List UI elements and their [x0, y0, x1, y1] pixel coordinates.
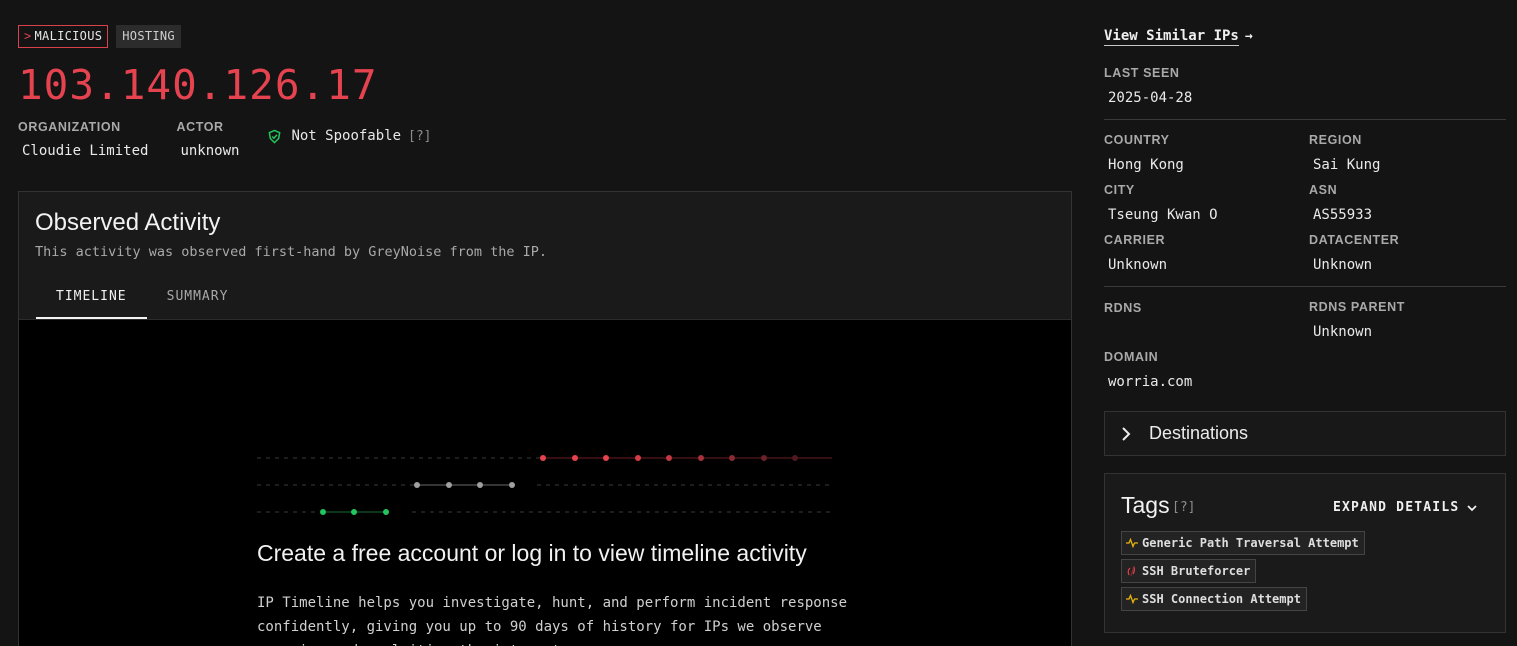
organization-label: ORGANIZATION	[18, 120, 121, 134]
view-similar-ips-link[interactable]: View Similar IPs →	[1104, 28, 1253, 46]
last-seen-field: LAST SEEN 2025-04-28	[1104, 66, 1193, 106]
panel-title: Observed Activity	[35, 209, 221, 236]
hosting-badge: HOSTING	[116, 25, 181, 48]
shield-check-icon	[268, 129, 281, 144]
asn-field: ASN AS55933	[1309, 183, 1373, 223]
chevron-right-icon: >	[24, 29, 32, 43]
organization-value: Cloudie Limited	[22, 143, 149, 159]
spoofable-status: Not Spoofable [?]	[267, 128, 432, 144]
divider	[1104, 119, 1506, 120]
activity-tabs: TIMELINE SUMMARY	[36, 277, 248, 319]
ip-address: 103.140.126.17	[18, 61, 378, 109]
spoofable-label: Not Spoofable	[291, 128, 402, 144]
observed-activity-panel: Observed Activity This activity was obse…	[18, 191, 1072, 646]
chevron-right-icon	[1122, 426, 1131, 441]
malicious-icon	[1127, 565, 1135, 577]
activity-icon	[1126, 538, 1138, 548]
datacenter-field: DATACENTER Unknown	[1309, 233, 1400, 273]
tags-panel: Tags [?] EXPAND DETAILS Generic Path Tra…	[1104, 473, 1506, 633]
destinations-accordion[interactable]: Destinations	[1104, 411, 1506, 456]
city-field: CITY Tseung Kwan O	[1104, 183, 1218, 223]
tab-timeline[interactable]: TIMELINE	[36, 277, 147, 319]
malicious-badge: > MALICIOUS	[18, 25, 109, 48]
last-seen-value: 2025-04-28	[1108, 90, 1193, 106]
actor-label: ACTOR	[176, 120, 224, 134]
ip-meta: ORGANIZATION Cloudie Limited ACTOR unkno…	[18, 120, 1072, 159]
tags-title: Tags	[1121, 492, 1170, 518]
destinations-label: Destinations	[1149, 423, 1249, 443]
rdns-parent-field: RDNS PARENT Unknown	[1309, 300, 1405, 340]
country-field: COUNTRY Hong Kong	[1104, 133, 1184, 173]
organization-field: ORGANIZATION Cloudie Limited	[18, 120, 148, 159]
region-field: REGION Sai Kung	[1309, 133, 1381, 173]
timeline-area: Create a free account or log in to view …	[19, 319, 1071, 646]
arrow-right-icon: →	[1244, 29, 1253, 44]
tag-item[interactable]: SSH Bruteforcer	[1121, 559, 1257, 583]
domain-field: DOMAIN worria.com	[1104, 350, 1193, 390]
actor-value: unknown	[180, 143, 240, 159]
activity-icon	[1126, 594, 1138, 604]
carrier-field: CARRIER Unknown	[1104, 233, 1168, 273]
tags-help-icon[interactable]: [?]	[1172, 500, 1195, 515]
timeline-cta-title: Create a free account or log in to view …	[257, 540, 807, 566]
timeline-cta-text: IP Timeline helps you investigate, hunt,…	[257, 595, 848, 646]
ip-header: > MALICIOUS HOSTING 103.140.126.17 ORGANI…	[18, 25, 1072, 159]
divider	[1104, 286, 1506, 287]
expand-details-button[interactable]: EXPAND DETAILS	[1333, 500, 1478, 515]
timeline-illustration	[257, 455, 832, 515]
actor-field: ACTOR unknown	[176, 120, 239, 159]
tag-item[interactable]: SSH Connection Attempt	[1121, 587, 1307, 611]
rdns-field: RDNS	[1104, 301, 1142, 315]
tab-summary[interactable]: SUMMARY	[147, 277, 249, 319]
chevron-down-icon	[1467, 504, 1478, 511]
spoofable-help-icon[interactable]: [?]	[408, 129, 431, 144]
classification-badges: > MALICIOUS HOSTING	[18, 25, 1072, 48]
panel-subtitle: This activity was observed first-hand by…	[35, 244, 548, 260]
tag-item[interactable]: Generic Path Traversal Attempt	[1121, 531, 1365, 555]
